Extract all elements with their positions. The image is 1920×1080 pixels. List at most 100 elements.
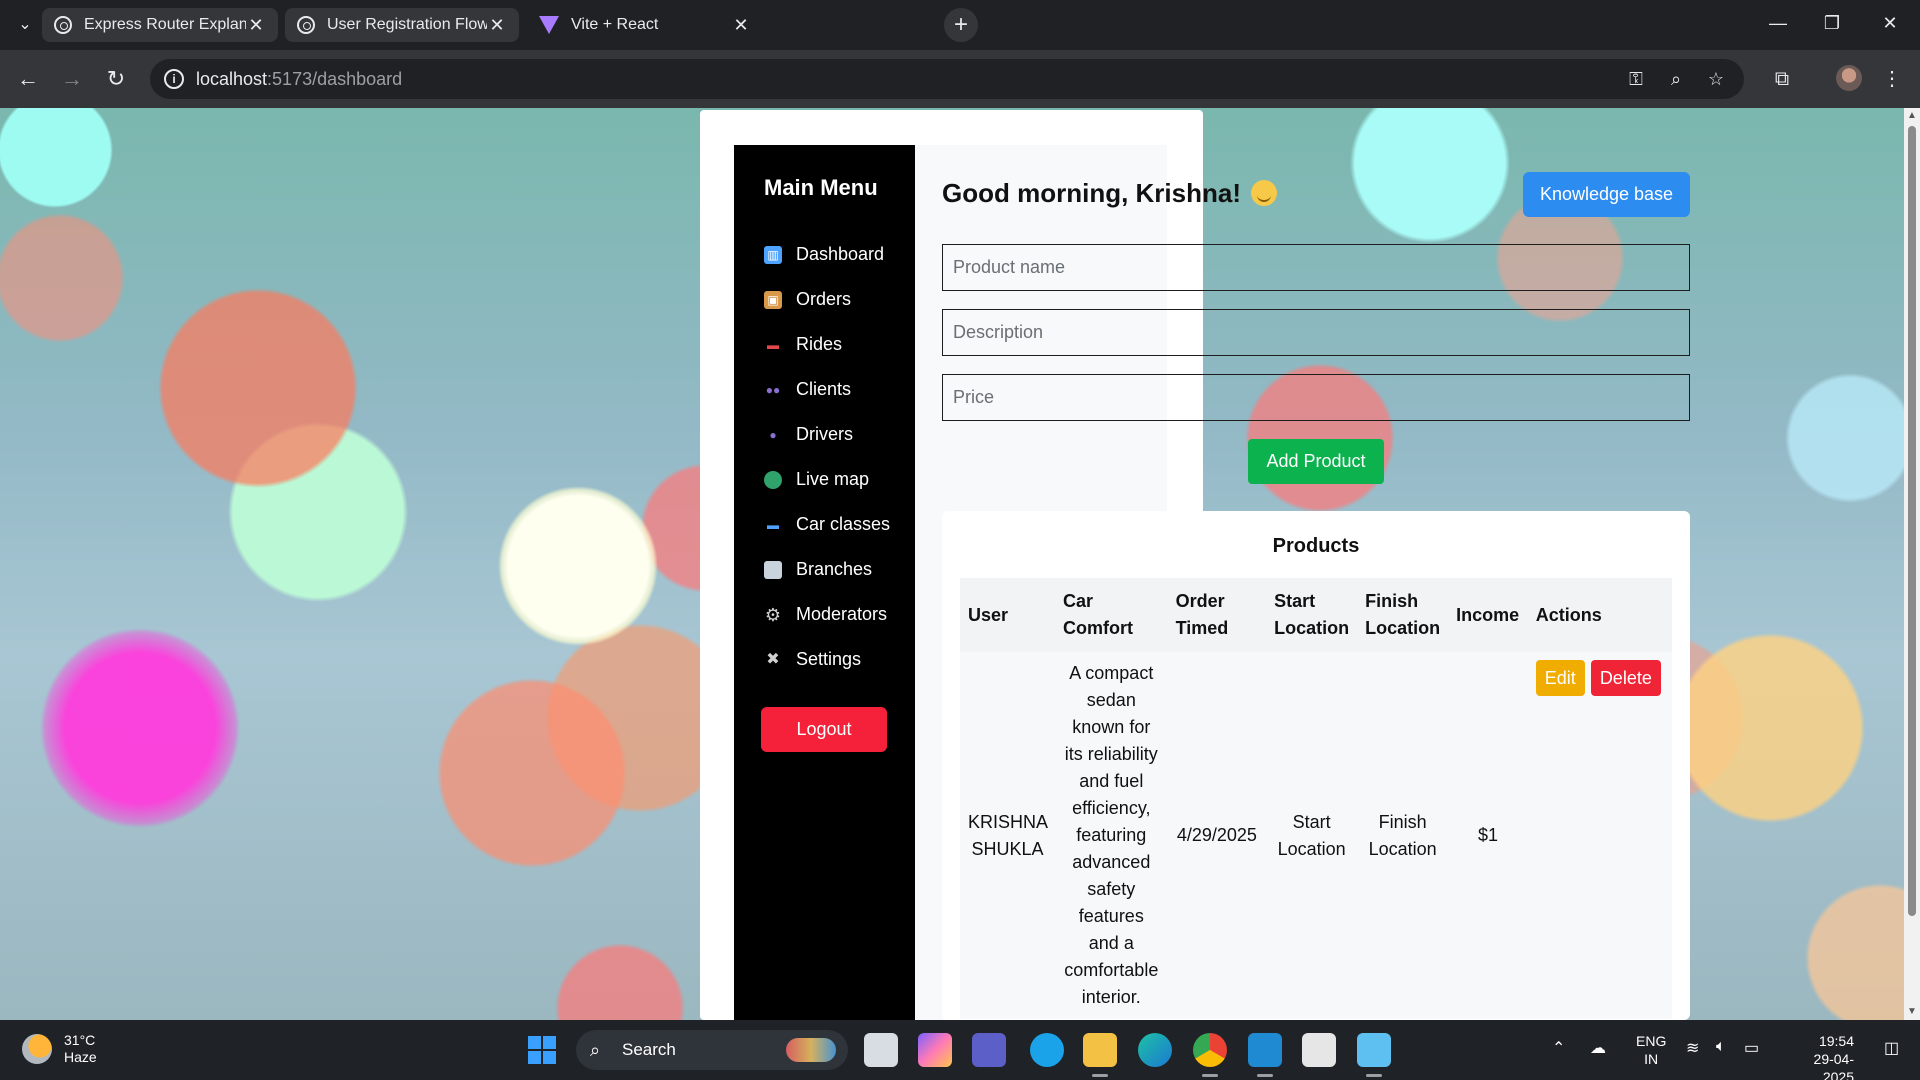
- vite-icon: [539, 16, 559, 34]
- sidebar-item-orders[interactable]: ▣ Orders: [764, 277, 890, 322]
- notepad-icon[interactable]: [1357, 1033, 1391, 1077]
- table-row: KRISHNA SHUKLA A compact sedan known for…: [960, 652, 1672, 1019]
- column-header: Car Comfort: [1055, 578, 1168, 652]
- address-bar[interactable]: i localhost:5173/dashboard ⚿ ⌕ ☆: [150, 59, 1744, 99]
- cloud-offline-icon[interactable]: ☁: [1590, 1038, 1606, 1058]
- sidebar-item-live-map[interactable]: Live map: [764, 457, 890, 502]
- snipping-tool-icon[interactable]: [1302, 1033, 1336, 1067]
- sidebar-item-label: Moderators: [796, 604, 888, 624]
- column-header: Finish Location: [1357, 578, 1449, 652]
- package-icon: ▣: [764, 290, 782, 309]
- vscode-icon[interactable]: [1248, 1033, 1282, 1077]
- new-tab-button[interactable]: +: [944, 8, 978, 42]
- weather-condition: Haze: [64, 1049, 97, 1065]
- taskbar: 31°C Haze ⌕ Search ⌃ ☁ ENG IN ≋ 🔈︎ ▭ 19:…: [0, 1020, 1920, 1080]
- weather-app-icon[interactable]: [1030, 1033, 1064, 1067]
- volume-icon[interactable]: 🔈︎: [1716, 1038, 1726, 1056]
- profile-avatar[interactable]: [1836, 65, 1862, 91]
- more-menu-icon[interactable]: ⋮: [1876, 63, 1908, 95]
- tab-vite-react[interactable]: Vite + React ✕: [527, 8, 763, 42]
- building-icon: [764, 560, 782, 579]
- column-header: Start Location: [1266, 578, 1358, 652]
- cell-finish-location: Finish Location: [1357, 652, 1449, 1019]
- page-scrollbar[interactable]: ▲ ▼: [1904, 108, 1920, 1020]
- products-table: User Car Comfort Order Timed Start Locat…: [960, 578, 1672, 1019]
- column-header: Income: [1448, 578, 1528, 652]
- sidebar-item-rides[interactable]: ▬ Rides: [764, 322, 890, 367]
- wifi-icon[interactable]: ≋: [1686, 1038, 1699, 1058]
- tab-express-router[interactable]: Express Router Explanation ✕: [42, 8, 278, 42]
- edit-button[interactable]: Edit: [1535, 660, 1585, 696]
- openai-icon: [297, 16, 315, 34]
- language-indicator[interactable]: ENG IN: [1636, 1032, 1666, 1068]
- knowledge-base-button[interactable]: Knowledge base: [1523, 172, 1690, 217]
- sidebar-item-label: Car classes: [796, 514, 891, 534]
- restore-icon[interactable]: ❐: [1812, 8, 1852, 38]
- close-icon[interactable]: ✕: [246, 15, 266, 36]
- openai-icon: [54, 16, 72, 34]
- sidebar-item-moderators[interactable]: ⚙ Moderators: [764, 592, 890, 637]
- delete-button[interactable]: Delete: [1590, 660, 1661, 696]
- price-input[interactable]: [942, 374, 1690, 421]
- chrome-icon[interactable]: [1193, 1033, 1227, 1077]
- cell-start-location: Start Location: [1266, 652, 1358, 1019]
- browser-tabstrip: ⌄ Express Router Explanation ✕ User Regi…: [0, 0, 1920, 50]
- sidebar-item-label: Live map: [796, 469, 870, 489]
- sidebar-item-dashboard[interactable]: ▥ Dashboard: [764, 232, 890, 277]
- logout-button[interactable]: Logout: [761, 707, 887, 752]
- table-header-row: User Car Comfort Order Timed Start Locat…: [960, 578, 1672, 652]
- scrollbar-thumb[interactable]: [1908, 126, 1916, 916]
- tab-title: Express Router Explanation: [84, 16, 246, 33]
- teams-icon[interactable]: [972, 1033, 1006, 1067]
- weather-widget[interactable]: 31°C Haze: [22, 1032, 97, 1066]
- close-window-icon[interactable]: ✕: [1870, 8, 1910, 38]
- cell-car-comfort: A compact sedan known for its reliabilit…: [1055, 652, 1168, 1019]
- sidebar-menu: ▥ Dashboard ▣ Orders ▬ Rides ●● Clients ● Dri…: [764, 232, 890, 682]
- gear-icon: ⚙: [764, 604, 782, 625]
- notification-icon[interactable]: ◫: [1884, 1038, 1899, 1058]
- browser-toolbar: ← → ↻ i localhost:5173/dashboard ⚿ ⌕ ☆ ⧉…: [0, 50, 1920, 108]
- star-icon[interactable]: ☆: [1704, 67, 1728, 91]
- sidebar-item-drivers[interactable]: ● Drivers: [764, 412, 890, 457]
- minimize-icon[interactable]: —: [1758, 8, 1798, 38]
- key-icon[interactable]: ⚿: [1624, 67, 1648, 91]
- tab-title: User Registration Flow: [327, 16, 487, 33]
- column-header: Order Timed: [1167, 578, 1267, 652]
- back-icon[interactable]: ←: [12, 63, 44, 95]
- sidebar-item-clients[interactable]: ●● Clients: [764, 367, 890, 412]
- add-product-button[interactable]: Add Product: [1248, 439, 1384, 484]
- sidebar-item-car-classes[interactable]: ▬ Car classes: [764, 502, 890, 547]
- task-view-icon[interactable]: [864, 1033, 898, 1067]
- cell-income: $1: [1448, 652, 1528, 1019]
- people-icon: ●●: [765, 382, 781, 397]
- tab-search-icon[interactable]: ⌄: [12, 12, 38, 38]
- show-hidden-icons[interactable]: ⌃: [1552, 1038, 1565, 1058]
- product-name-input[interactable]: [942, 244, 1690, 291]
- site-info-icon[interactable]: i: [164, 69, 184, 89]
- edge-icon[interactable]: [1138, 1033, 1172, 1067]
- extensions-icon[interactable]: ⧉: [1766, 63, 1798, 95]
- scroll-up-icon[interactable]: ▲: [1904, 108, 1920, 124]
- taskbar-search[interactable]: ⌕ Search: [576, 1030, 848, 1070]
- close-icon[interactable]: ✕: [487, 15, 507, 36]
- sidebar-item-settings[interactable]: ✖ Settings: [764, 637, 890, 682]
- car-icon: ▬: [767, 337, 779, 352]
- sidebar-item-label: Settings: [796, 649, 862, 669]
- close-icon[interactable]: ✕: [731, 15, 751, 36]
- tab-user-registration[interactable]: User Registration Flow ✕: [285, 8, 519, 42]
- reload-icon[interactable]: ↻: [100, 63, 132, 95]
- sidebar-item-branches[interactable]: Branches: [764, 547, 890, 592]
- page-viewport: Main Menu ▥ Dashboard ▣ Orders ▬ Rides ●● Cl…: [0, 108, 1920, 1020]
- windows-start-icon[interactable]: [528, 1036, 556, 1064]
- cell-actions: Edit Delete: [1527, 652, 1672, 1019]
- temperature: 31°C: [64, 1032, 96, 1048]
- copilot-icon[interactable]: [918, 1033, 952, 1067]
- system-clock[interactable]: 19:54 29-04-2025: [1784, 1032, 1854, 1080]
- zoom-icon[interactable]: ⌕: [1664, 67, 1688, 91]
- scroll-down-icon[interactable]: ▼: [1904, 1004, 1920, 1020]
- sidebar: Main Menu ▥ Dashboard ▣ Orders ▬ Rides ●● Cl…: [734, 145, 915, 1020]
- description-input[interactable]: [942, 309, 1690, 356]
- battery-icon[interactable]: ▭: [1744, 1038, 1759, 1058]
- forward-icon[interactable]: →: [56, 63, 88, 95]
- file-explorer-icon[interactable]: [1083, 1033, 1117, 1077]
